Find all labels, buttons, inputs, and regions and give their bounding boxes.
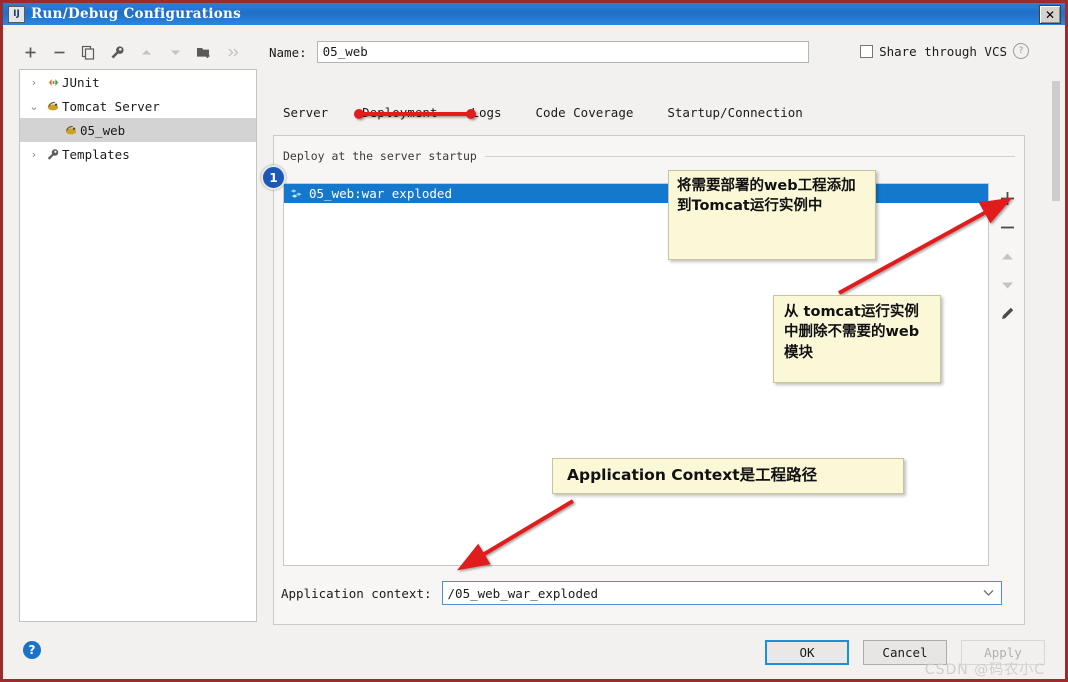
tomcat-icon <box>44 100 62 113</box>
dialog-title: Run/Debug Configurations <box>31 6 242 22</box>
sidebar-item-junit[interactable]: › JUnit <box>20 70 256 94</box>
tree-twisty[interactable]: ⌄ <box>24 100 44 113</box>
legend-divider <box>484 155 1015 157</box>
intellij-idea-icon: IJ <box>8 5 25 23</box>
new-folder-icon[interactable] <box>191 40 217 64</box>
move-down-icon[interactable] <box>162 40 188 64</box>
sidebar-item-tomcat-server[interactable]: ⌄ Tomcat Server <box>20 94 256 118</box>
add-icon[interactable] <box>17 40 43 64</box>
annotation-callout-add: 将需要部署的web工程添加到Tomcat运行实例中 <box>668 170 876 260</box>
run-debug-configurations-dialog: IJ Run/Debug Configurations ✕ › JUnit ⌄ … <box>0 0 1068 682</box>
tab-code-coverage[interactable]: Code Coverage <box>536 105 634 120</box>
share-vcs-checkbox[interactable] <box>860 44 874 58</box>
dialog-scrollbar[interactable] <box>1050 69 1061 625</box>
move-down-button[interactable] <box>995 274 1019 296</box>
name-input[interactable]: 05_web <box>316 41 809 63</box>
remove-icon[interactable] <box>46 40 72 64</box>
help-icon[interactable]: ? <box>23 641 41 659</box>
list-item[interactable]: 05_web:war exploded <box>284 184 988 203</box>
tab-logs[interactable]: Logs <box>471 105 501 120</box>
tomcat-icon <box>62 124 80 137</box>
sidebar-item-05-web[interactable]: 05_web <box>20 118 256 142</box>
sidebar-item-label: JUnit <box>62 74 100 90</box>
tree-twisty[interactable]: › <box>24 76 44 89</box>
wrench-icon <box>44 148 62 161</box>
legend-text: Deploy at the server startup <box>283 149 477 163</box>
application-context-input[interactable]: /05_web_war_exploded <box>441 581 1002 605</box>
name-row: Name: 05_web <box>269 41 809 63</box>
copy-icon[interactable] <box>75 40 101 64</box>
sidebar-item-label: Tomcat Server <box>62 98 160 114</box>
artifact-actions-toolbar <box>991 183 1023 343</box>
scrollbar-thumb[interactable] <box>1052 81 1060 201</box>
junit-icon <box>44 76 62 89</box>
configurations-toolbar <box>17 39 257 65</box>
move-up-icon[interactable] <box>133 40 159 64</box>
artifact-icon <box>290 187 303 200</box>
application-context-value: /05_web_war_exploded <box>447 585 599 601</box>
remove-artifact-button[interactable] <box>995 216 1019 238</box>
annotation-callout-context: Application Context是工程路径 <box>552 458 904 494</box>
tree-twisty[interactable]: › <box>24 148 44 161</box>
annotation-callout-remove: 从 tomcat运行实例中删除不需要的web模块 <box>773 295 941 383</box>
watermark: CSDN @码农小C <box>924 662 1045 678</box>
help-icon[interactable]: ? <box>1013 43 1029 59</box>
artifact-label: 05_web:war exploded <box>309 186 452 201</box>
sidebar-item-label: 05_web <box>80 122 126 138</box>
edit-artifact-button[interactable] <box>995 303 1019 325</box>
configuration-tabs: Server Deployment Logs Code Coverage Sta… <box>283 105 803 120</box>
tab-startup-connection[interactable]: Startup/Connection <box>667 105 802 120</box>
configurations-tree[interactable]: › JUnit ⌄ Tomcat Server 05_web › Templat… <box>19 69 257 622</box>
dialog-titlebar: IJ Run/Debug Configurations ✕ <box>3 3 1065 25</box>
tab-deployment[interactable]: Deployment <box>362 105 437 120</box>
share-vcs-label: Share through VCS <box>879 43 1007 59</box>
close-icon[interactable]: ✕ <box>1039 5 1061 24</box>
more-icon[interactable] <box>220 40 246 64</box>
share-through-vcs-row: Share through VCS ? <box>860 43 1029 59</box>
sidebar-item-label: Templates <box>62 146 130 162</box>
ok-button[interactable]: OK <box>765 640 849 665</box>
chevron-down-icon[interactable] <box>983 586 994 600</box>
application-context-row: Application context: /05_web_war_explode… <box>281 581 1002 605</box>
application-context-label: Application context: <box>281 585 432 601</box>
name-label: Name: <box>269 44 307 60</box>
sidebar-item-templates[interactable]: › Templates <box>20 142 256 166</box>
move-up-button[interactable] <box>995 245 1019 267</box>
deploy-at-startup-legend: Deploy at the server startup <box>283 149 1015 163</box>
annotation-badge-1: 1 <box>261 165 286 190</box>
add-artifact-button[interactable] <box>995 187 1019 209</box>
tab-server[interactable]: Server <box>283 105 328 120</box>
wrench-icon[interactable] <box>104 40 130 64</box>
